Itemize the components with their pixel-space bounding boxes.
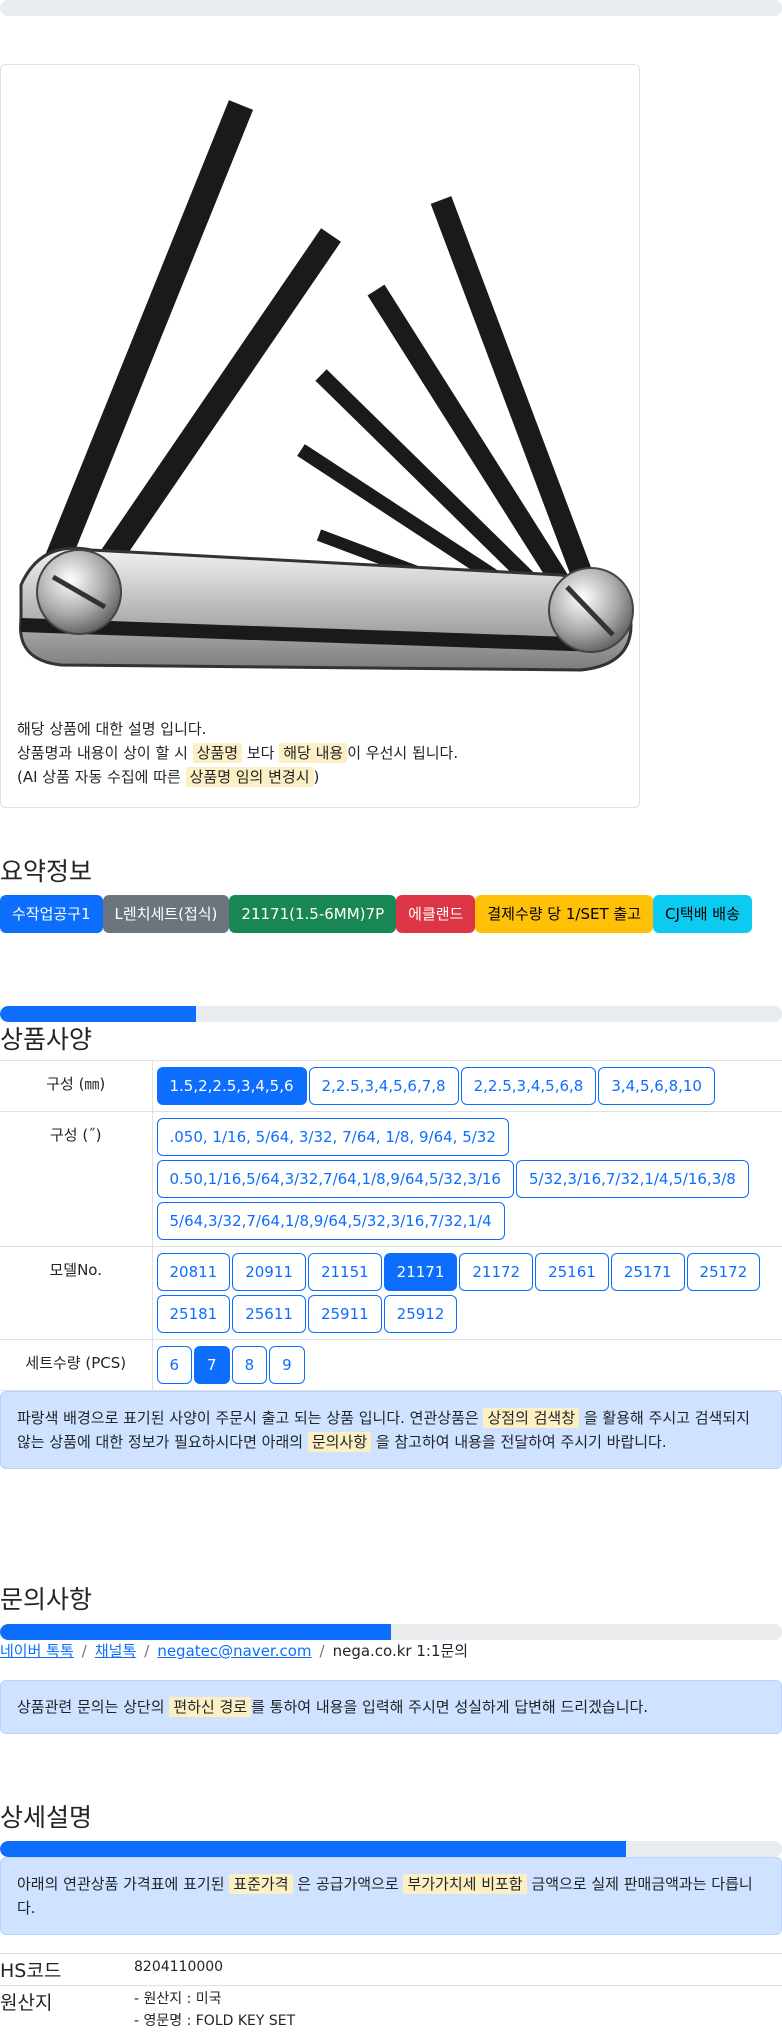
spec-option-button[interactable]: 3,4,5,6,8,10 [598, 1067, 715, 1105]
spec-option-button[interactable]: 25171 [610, 1253, 685, 1291]
highlight: 편하신 경로 [169, 1697, 252, 1717]
spec-option-button[interactable]: 21151 [307, 1253, 382, 1291]
spec-option-button[interactable]: 25912 [383, 1295, 458, 1333]
hex-key-set-image [18, 100, 634, 672]
spec-option-button[interactable]: 21171 [383, 1253, 458, 1291]
summary-badge: 21171(1.5-6MM)7P [229, 895, 397, 933]
spec-option-button[interactable]: 0.50,1/16,5/64,3/32,7/64,1/8,9/64,5/32,3… [156, 1160, 514, 1198]
spec-option-button[interactable]: 21172 [459, 1253, 534, 1291]
spec-options: .050, 1/16, 5/64, 3/32, 7/64, 1/8, 9/64,… [151, 1111, 782, 1247]
detail-title: 상세설명 [0, 1803, 93, 1832]
spec-option-button[interactable]: 25172 [686, 1253, 761, 1291]
detail-progress-bar [0, 1841, 782, 1857]
price-notice: 아래의 연관상품 가격표에 표기된 표준가격 은 공급가액으로 부가가치세 비포… [0, 1857, 782, 1935]
highlight: 표준가격 [229, 1874, 293, 1894]
note-line-3: (AI 상품 자동 수집에 따른 상품명 임의 변경시) [17, 767, 320, 787]
spec-row: 구성 (˝) .050, 1/16, 5/64, 3/32, 7/64, 1/8,… [0, 1111, 782, 1247]
info-value-line: - 원산지 : 미국 [134, 1991, 222, 2007]
info-value-line: - 영문명 : FOLD KEY SET [134, 2013, 296, 2029]
spec-option-button[interactable]: 25181 [156, 1295, 231, 1333]
highlight: 상품명 [192, 743, 243, 763]
spec-option-button[interactable]: 2,2.5,3,4,5,6,7,8 [308, 1067, 459, 1105]
info-value-line: 8204110000 [134, 1959, 224, 1975]
contact-links: 네이버 톡톡 / 채널톡 / negatec@naver.com / nega.co.kr … [0, 1640, 468, 1661]
spec-options: 20811 20911 21151 21171 21172 25161 25171 25172… [151, 1246, 782, 1340]
top-progress-bar [0, 0, 782, 16]
info-row: HS코드 8204110000 [0, 1953, 782, 1986]
summary-badge: L렌치세트(접식) [102, 895, 230, 933]
separator: / [81, 1642, 87, 1660]
specs-title: 상품사양 [0, 1025, 93, 1054]
inquiry-progress-bar [0, 1624, 782, 1640]
info-row: 원산지 - 원산지 : 미국 - 영문명 : FOLD KEY SET [0, 1985, 782, 2034]
highlight: 해당 내용 [279, 743, 348, 763]
spec-option-button[interactable]: 5/32,3/16,7/32,1/4,5/16,3/8 [515, 1160, 749, 1198]
spec-option-button[interactable]: 7 [194, 1346, 230, 1384]
specs-progress-bar [0, 1006, 782, 1022]
spec-notice: 파랑색 배경으로 표기된 사양이 주문시 출고 되는 상품 입니다. 연관상품은… [0, 1391, 782, 1469]
spec-row: 구성 (㎜) 1.5,2,2.5,3,4,5,6 2,2.5,3,4,5,6,7,8… [0, 1060, 782, 1112]
naver-talktalk-link[interactable]: 네이버 톡톡 [0, 1642, 74, 1660]
separator: / [144, 1642, 150, 1660]
inquiry-notice: 상품관련 문의는 상단의 편하신 경로 를 통하여 내용을 입력해 주시면 성실하… [0, 1680, 782, 1734]
highlight: 상점의 검색창 [483, 1408, 580, 1428]
summary-badge: CJ택배 배송 [653, 895, 752, 933]
summary-badges: 수작업공구1 L렌치세트(접식) 21171(1.5-6MM)7P 에클랜드 결제수량 … [0, 895, 752, 933]
separator: / [319, 1642, 325, 1660]
spec-option-button[interactable]: 1.5,2,2.5,3,4,5,6 [156, 1067, 307, 1105]
spec-option-button[interactable]: 25611 [232, 1295, 306, 1333]
spec-label: 구성 (㎜) [0, 1060, 152, 1112]
info-key: HS코드 [0, 1953, 134, 1986]
spec-table: 구성 (㎜) 1.5,2,2.5,3,4,5,6 2,2.5,3,4,5,6,7,8… [0, 1060, 782, 1391]
summary-badge: 수작업공구1 [0, 895, 103, 933]
spec-options: 6789 [151, 1339, 782, 1391]
info-value: 8204110000 [134, 1953, 782, 1986]
spec-option-button[interactable]: 5/64,3/32,7/64,1/8,9/64,5/32,3/16,7/32,1… [156, 1202, 505, 1240]
highlight: 상품명 임의 변경시 [185, 767, 314, 787]
spec-options: 1.5,2,2.5,3,4,5,6 2,2.5,3,4,5,6,7,8 2,2.5,… [151, 1060, 782, 1112]
spec-option-button[interactable]: 20911 [232, 1253, 306, 1291]
highlight: 부가가치세 비포함 [403, 1874, 527, 1894]
email-link[interactable]: negatec@naver.com [157, 1642, 311, 1660]
info-key: 원산지 [0, 1985, 134, 2034]
spec-option-button[interactable]: 6 [156, 1346, 193, 1384]
spec-option-button[interactable]: .050, 1/16, 5/64, 3/32, 7/64, 1/8, 9/64,… [156, 1118, 509, 1156]
summary-badge: 에클랜드 [396, 895, 476, 933]
product-notes: 해당 상품에 대한 설명 입니다. 상품명과 내용이 상이 할 시 상품명 보다… [17, 717, 458, 789]
note-line-1: 해당 상품에 대한 설명 입니다. [17, 720, 207, 738]
spec-option-button[interactable]: 25161 [535, 1253, 609, 1291]
highlight: 문의사항 [307, 1432, 372, 1452]
channel-talk-link[interactable]: 채널톡 [95, 1642, 136, 1660]
spec-option-button[interactable]: 2,2.5,3,4,5,6,8 [460, 1067, 597, 1105]
summary-badge: 결제수량 당 1/SET 출고 [475, 895, 654, 933]
spec-option-button[interactable]: 25911 [307, 1295, 382, 1333]
summary-title: 요약정보 [0, 857, 93, 886]
site-inquiry-text: nega.co.kr 1:1문의 [332, 1642, 469, 1660]
product-card: 해당 상품에 대한 설명 입니다. 상품명과 내용이 상이 할 시 상품명 보다… [0, 64, 640, 808]
note-line-2: 상품명과 내용이 상이 할 시 상품명 보다 해당 내용 이 우선시 됩니다. [17, 743, 459, 763]
info-value: - 원산지 : 미국 - 영문명 : FOLD KEY SET [134, 1985, 782, 2034]
inquiry-title: 문의사항 [0, 1585, 93, 1614]
spec-label: 세트수량 (PCS) [0, 1339, 152, 1391]
spec-option-button[interactable]: 8 [231, 1346, 268, 1384]
spec-row: 세트수량 (PCS) 6 7 8 9 [0, 1339, 782, 1391]
spec-option-button[interactable]: 9 [269, 1346, 305, 1384]
spec-label: 모델No. [0, 1246, 152, 1340]
spec-label: 구성 (˝) [0, 1111, 152, 1247]
product-info-table: HS코드 8204110000 원산지 - 원산지 : 미국 - 영문명 : FOLD … [0, 1953, 782, 2034]
spec-option-button[interactable]: 20811 [156, 1253, 231, 1291]
spec-row: 모델No. 20811 20911 21151 21171 21172 25161 25171… [0, 1246, 782, 1340]
